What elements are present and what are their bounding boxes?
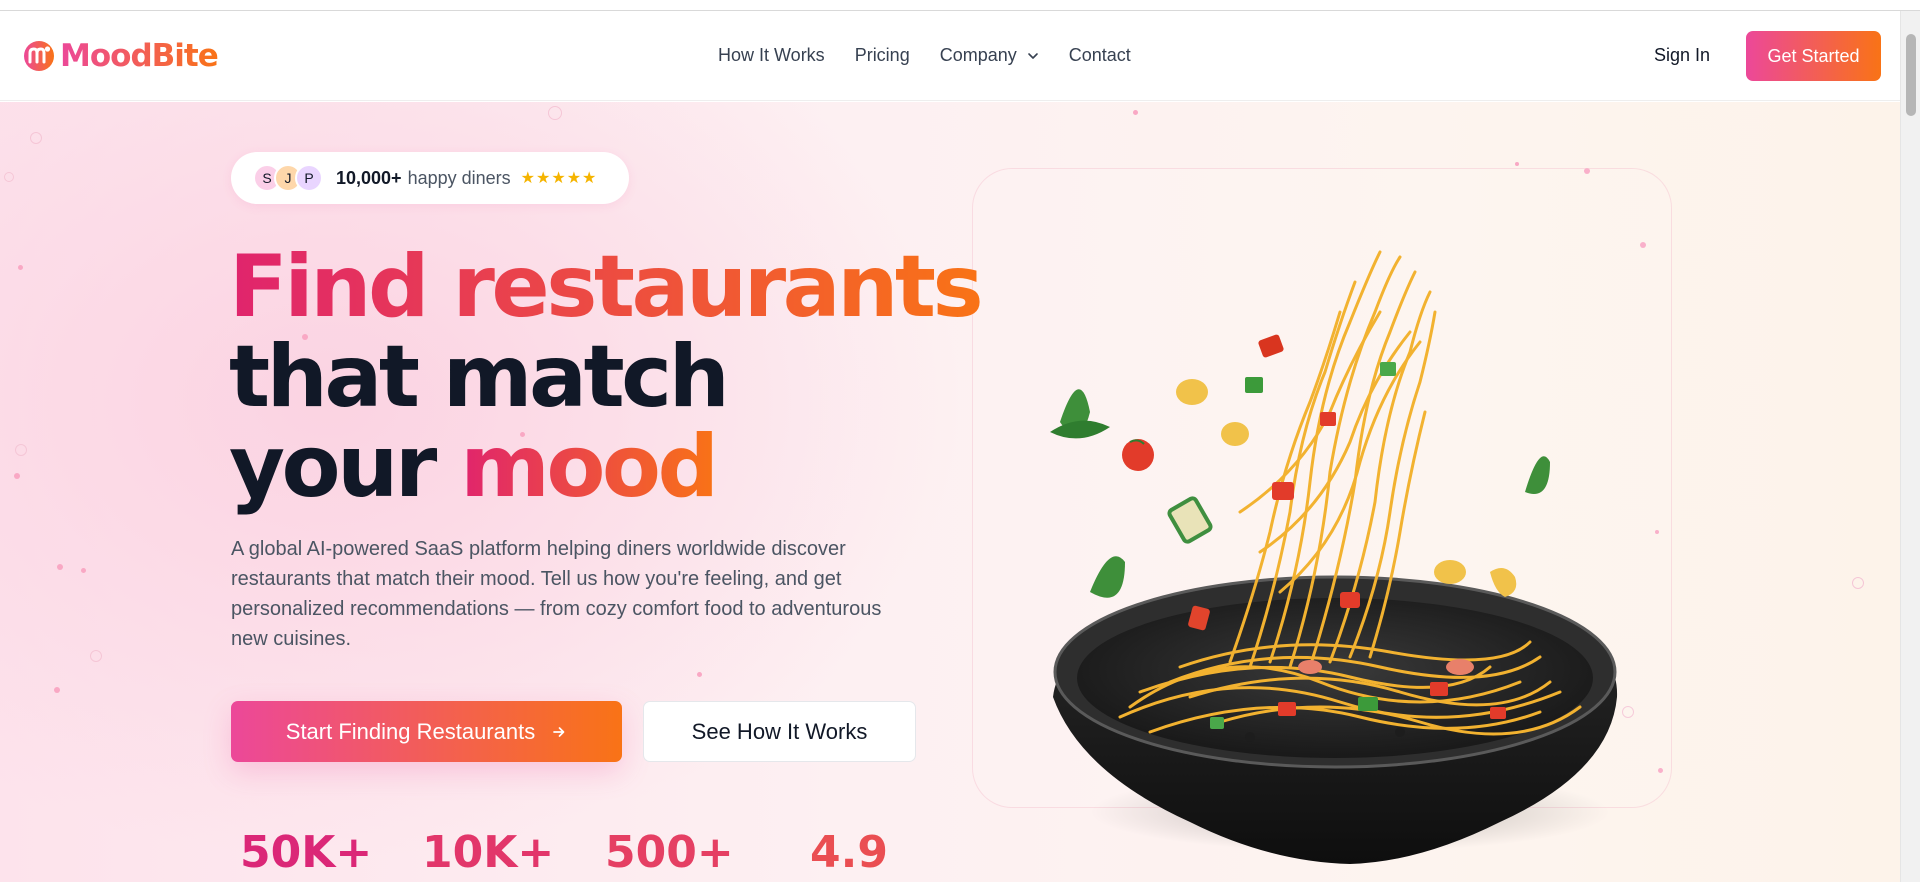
arrow-right-icon	[553, 726, 565, 737]
nav-link-contact[interactable]: Contact	[1069, 45, 1131, 66]
scrollbar-thumb[interactable]	[1906, 34, 1916, 116]
brand-logo[interactable]: MoodBite	[22, 38, 219, 74]
top-navbar: MoodBite How It Works Pricing Company Co…	[0, 11, 1900, 101]
stat-value: 500+	[605, 827, 734, 878]
see-how-it-works-button[interactable]: See How It Works	[643, 701, 916, 762]
decor-ring	[15, 444, 27, 456]
browser-top-edge	[0, 0, 1920, 11]
hero-section: S J P 10,000+ happy diners ★★★★★ Find re…	[0, 102, 1900, 882]
primary-nav: How It Works Pricing Company Contact	[718, 45, 1131, 66]
diner-count: 10,000+	[336, 167, 402, 188]
decor-dot	[1515, 162, 1519, 166]
headline-line-1: Find restaurants	[229, 237, 984, 337]
decor-dot	[57, 564, 63, 570]
headline-line-2: that match	[229, 327, 730, 427]
social-proof-badge: S J P 10,000+ happy diners ★★★★★	[231, 152, 629, 204]
decor-ring	[1852, 577, 1864, 589]
stat-value: 50K+	[240, 827, 373, 878]
headline-line-3-plain: your	[229, 417, 437, 517]
avatar: P	[295, 164, 323, 192]
decor-dot	[18, 265, 23, 270]
decor-ring	[30, 132, 42, 144]
decor-dot	[697, 672, 702, 677]
avatar-group: S J P	[253, 164, 323, 192]
diner-count-label: happy diners	[407, 167, 511, 188]
decor-dot	[81, 568, 86, 573]
nav-link-company[interactable]: Company	[940, 45, 1039, 66]
moodbite-logo-icon	[24, 41, 54, 71]
pasta-pan-illustration	[1050, 250, 1618, 864]
decor-ring	[548, 106, 562, 120]
get-started-button[interactable]: Get Started	[1746, 31, 1881, 81]
nav-link-company-label: Company	[939, 45, 1017, 65]
hero-headline: Find restaurants that match your mood	[229, 237, 984, 512]
page-scrollbar[interactable]	[1900, 11, 1920, 882]
star-icon: ★★★★★	[520, 170, 598, 187]
stat-value: 4.9	[810, 827, 888, 878]
start-finding-label: Start Finding Restaurants	[285, 718, 536, 744]
nav-link-pricing[interactable]: Pricing	[855, 45, 910, 66]
headline-line-3: your mood	[229, 422, 980, 512]
brand-name: MoodBite	[60, 38, 219, 74]
headline-accent-word: mood	[460, 417, 719, 517]
stat-value: 10K+	[422, 827, 555, 878]
decor-ring	[4, 172, 14, 182]
nav-link-how-it-works[interactable]: How It Works	[718, 45, 825, 66]
decor-dot	[1133, 110, 1138, 115]
sign-in-link[interactable]: Sign In	[1654, 45, 1710, 66]
chevron-down-icon	[1027, 52, 1038, 59]
decor-ring	[90, 650, 102, 662]
start-finding-restaurants-button[interactable]: Start Finding Restaurants	[231, 701, 622, 762]
decor-dot	[54, 687, 60, 693]
hero-description: A global AI-powered SaaS platform helpin…	[231, 538, 882, 650]
decor-dot	[14, 473, 20, 479]
